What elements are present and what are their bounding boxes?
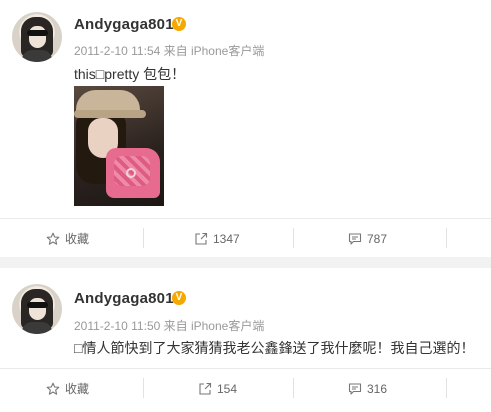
post-text: this□pretty 包包！ bbox=[74, 66, 186, 82]
divider bbox=[293, 228, 294, 248]
divider bbox=[143, 228, 144, 248]
username-link[interactable]: Andygaga801 bbox=[74, 16, 174, 33]
favorite-label: 收藏 bbox=[65, 381, 90, 396]
comment-count: 316 bbox=[367, 381, 388, 396]
comment-count: 787 bbox=[367, 231, 388, 246]
comment-button[interactable]: 787 bbox=[348, 219, 387, 257]
favorite-button[interactable]: 收藏 bbox=[46, 219, 89, 257]
repost-count: 154 bbox=[217, 381, 238, 396]
divider bbox=[293, 378, 294, 398]
comment-bubble-icon bbox=[348, 382, 362, 396]
repost-button[interactable]: 154 bbox=[198, 369, 237, 407]
star-outline-icon bbox=[46, 232, 60, 246]
divider bbox=[446, 228, 447, 248]
post-photo[interactable] bbox=[74, 86, 164, 206]
user-avatar[interactable] bbox=[12, 284, 62, 334]
verified-badge-icon: V bbox=[172, 17, 186, 31]
weibo-post: Andygaga801 V 2011-2-10 11:54 来自 iPhone客… bbox=[0, 0, 491, 257]
favorite-button[interactable]: 收藏 bbox=[46, 369, 89, 407]
share-arrow-icon bbox=[194, 232, 208, 246]
share-arrow-icon bbox=[198, 382, 212, 396]
post-actions: 收藏 1347 787 bbox=[0, 218, 491, 257]
user-avatar[interactable] bbox=[12, 12, 62, 62]
divider bbox=[143, 378, 144, 398]
repost-count: 1347 bbox=[213, 231, 240, 246]
favorite-label: 收藏 bbox=[65, 231, 90, 246]
divider bbox=[446, 378, 447, 398]
repost-button[interactable]: 1347 bbox=[194, 219, 240, 257]
post-actions: 收藏 154 316 bbox=[0, 368, 491, 407]
post-text: □情人節快到了大家猜猜我老公鑫鋒送了我什麼呢！我自己選的！ bbox=[74, 340, 475, 356]
post-meta[interactable]: 2011-2-10 11:54 来自 iPhone客户端 bbox=[74, 42, 264, 59]
username-link[interactable]: Andygaga801 bbox=[74, 290, 174, 307]
weibo-post: Andygaga801 V 2011-2-10 11:50 来自 iPhone客… bbox=[0, 268, 491, 412]
verified-badge-icon: V bbox=[172, 291, 186, 305]
comment-button[interactable]: 316 bbox=[348, 369, 387, 407]
star-outline-icon bbox=[46, 382, 60, 396]
comment-bubble-icon bbox=[348, 232, 362, 246]
post-meta[interactable]: 2011-2-10 11:50 来自 iPhone客户端 bbox=[74, 317, 264, 334]
